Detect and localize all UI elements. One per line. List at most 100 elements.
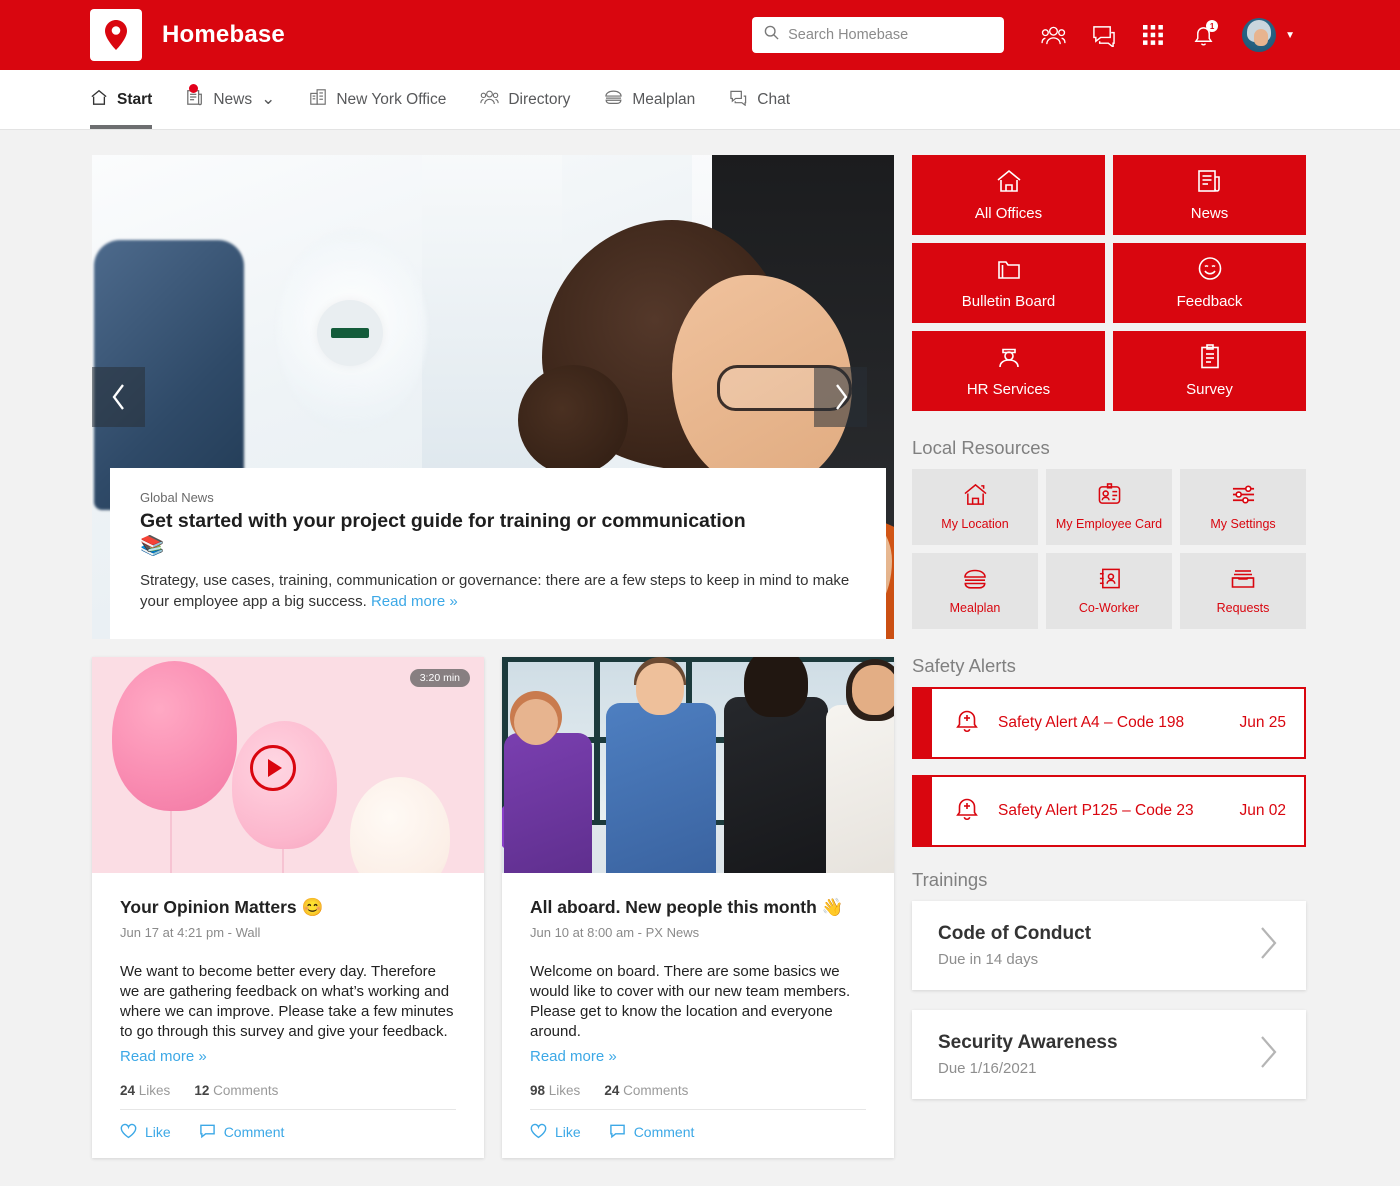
tile-label: Feedback: [1177, 293, 1243, 310]
home-icon: [996, 169, 1022, 198]
training-item[interactable]: Security Awareness Due 1/16/2021: [912, 1010, 1306, 1099]
post-comments: 12 Comments: [194, 1083, 278, 1098]
alert-bell-icon: [954, 795, 980, 827]
comment-label: Comment: [224, 1124, 285, 1140]
safety-alert-item[interactable]: Safety Alert P125 – Code 23 Jun 02: [912, 775, 1306, 847]
post-body: All aboard. New people this month 👋 Jun …: [502, 873, 894, 1158]
page-content: Global News Get started with your projec…: [0, 130, 1400, 1185]
tile-news[interactable]: News: [1113, 155, 1306, 235]
quick-link-tiles: All Offices News Bulletin Board Feedback: [912, 155, 1306, 411]
people-group-icon: [480, 89, 499, 111]
resource-label: Requests: [1217, 601, 1270, 615]
chevron-down-icon[interactable]: ▼: [1285, 30, 1295, 41]
nav-item-new-york-office[interactable]: New York Office: [292, 70, 463, 129]
alert-content: Safety Alert A4 – Code 198 Jun 25: [932, 689, 1304, 757]
home-icon: [963, 483, 988, 511]
location-pin-icon: [90, 9, 142, 61]
safety-alert-item[interactable]: Safety Alert A4 – Code 198 Jun 25: [912, 687, 1306, 759]
play-icon[interactable]: [250, 745, 296, 791]
nav-label-mealplan: Mealplan: [632, 91, 695, 109]
post-likes-count: 98: [530, 1083, 545, 1098]
smiley-face-icon: [1197, 256, 1223, 286]
training-due: Due in 14 days: [938, 951, 1256, 968]
header-actions: Search Homebase 1: [752, 17, 1295, 53]
alert-date: Jun 02: [1239, 802, 1286, 820]
post-comments: 24 Comments: [604, 1083, 688, 1098]
comment-button[interactable]: Comment: [199, 1123, 285, 1142]
chevron-right-icon[interactable]: [1256, 924, 1280, 967]
post-card[interactable]: All aboard. New people this month 👋 Jun …: [502, 657, 894, 1158]
resource-my-location[interactable]: My Location: [912, 469, 1038, 545]
post-body: Your Opinion Matters 😊 Jun 17 at 4:21 pm…: [92, 873, 484, 1158]
hero-kicker: Global News: [140, 490, 856, 505]
id-card-icon: [1097, 483, 1122, 511]
resource-requests[interactable]: Requests: [1180, 553, 1306, 629]
post-stats: 98 Likes 24 Comments: [530, 1083, 866, 1098]
chevron-down-icon[interactable]: ⌄: [261, 96, 275, 103]
carousel-prev-button[interactable]: [92, 367, 145, 427]
comment-label: Comment: [634, 1124, 695, 1140]
nav-item-chat[interactable]: Chat: [712, 70, 807, 129]
local-resources-heading: Local Resources: [912, 437, 1306, 459]
nav-item-directory[interactable]: Directory: [463, 70, 587, 129]
hero-title: Get started with your project guide for …: [140, 509, 760, 559]
nav-label-news: News: [213, 91, 252, 109]
tile-all-offices[interactable]: All Offices: [912, 155, 1105, 235]
chat-bubbles-icon[interactable]: [1085, 17, 1121, 53]
hero-caption: Global News Get started with your projec…: [110, 468, 886, 639]
post-read-more-link[interactable]: Read more »: [530, 1048, 866, 1065]
like-button[interactable]: Like: [120, 1123, 171, 1142]
resource-co-worker[interactable]: Co-Worker: [1046, 553, 1172, 629]
nav-item-news[interactable]: News ⌄: [169, 70, 292, 129]
folder-icon: [996, 257, 1022, 286]
contact-book-icon: [1097, 567, 1122, 595]
training-text: Security Awareness Due 1/16/2021: [938, 1032, 1256, 1077]
resource-mealplan[interactable]: Mealplan: [912, 553, 1038, 629]
nav-item-mealplan[interactable]: Mealplan: [587, 70, 712, 129]
post-text: Welcome on board. There are some basics …: [530, 962, 866, 1042]
resource-my-settings[interactable]: My Settings: [1180, 469, 1306, 545]
resource-my-employee-card[interactable]: My Employee Card: [1046, 469, 1172, 545]
heart-icon: [120, 1123, 137, 1142]
nav-item-start[interactable]: Start: [90, 70, 169, 129]
notification-badge: 1: [1206, 20, 1218, 32]
burger-icon: [604, 89, 623, 110]
brand[interactable]: Homebase: [90, 9, 285, 61]
alert-content: Safety Alert P125 – Code 23 Jun 02: [932, 777, 1304, 845]
nav-label-directory: Directory: [508, 91, 570, 109]
training-item[interactable]: Code of Conduct Due in 14 days: [912, 901, 1306, 990]
post-media-video[interactable]: 3:20 min: [92, 657, 484, 873]
hero-body-text: Strategy, use cases, training, communica…: [140, 572, 849, 611]
hero-read-more-link[interactable]: Read more »: [371, 593, 458, 610]
resource-label: My Location: [941, 517, 1008, 531]
hr-person-icon: [996, 344, 1022, 374]
tile-bulletin-board[interactable]: Bulletin Board: [912, 243, 1105, 323]
search-input[interactable]: Search Homebase: [752, 17, 1004, 53]
post-media-photo[interactable]: [502, 657, 894, 873]
post-card[interactable]: 3:20 min Your Opinion Matters 😊 Jun 17 a…: [92, 657, 484, 1158]
post-comments-count: 12: [194, 1083, 209, 1098]
post-likes: 24 Likes: [120, 1083, 170, 1098]
tile-feedback[interactable]: Feedback: [1113, 243, 1306, 323]
hero-carousel: Global News Get started with your projec…: [92, 155, 894, 639]
news-document-icon: [1197, 169, 1223, 198]
people-group-icon[interactable]: [1035, 17, 1071, 53]
carousel-next-button[interactable]: [814, 367, 867, 427]
post-read-more-link[interactable]: Read more »: [120, 1048, 456, 1065]
comment-button[interactable]: Comment: [609, 1123, 695, 1142]
chevron-right-icon[interactable]: [1256, 1033, 1280, 1076]
like-label: Like: [555, 1124, 581, 1140]
tile-survey[interactable]: Survey: [1113, 331, 1306, 411]
main-column: Global News Get started with your projec…: [92, 155, 894, 1185]
user-avatar[interactable]: [1242, 18, 1276, 52]
notification-bell-icon[interactable]: 1: [1185, 17, 1221, 53]
tile-label: Survey: [1186, 381, 1233, 398]
post-title: All aboard. New people this month 👋: [530, 897, 866, 918]
resource-label: My Employee Card: [1056, 517, 1162, 531]
trainings-heading: Trainings: [912, 869, 1306, 891]
tile-hr-services[interactable]: HR Services: [912, 331, 1105, 411]
like-button[interactable]: Like: [530, 1123, 581, 1142]
apps-grid-icon[interactable]: [1135, 17, 1171, 53]
post-comments-label: Comments: [213, 1083, 278, 1098]
tile-label: Bulletin Board: [962, 293, 1055, 310]
